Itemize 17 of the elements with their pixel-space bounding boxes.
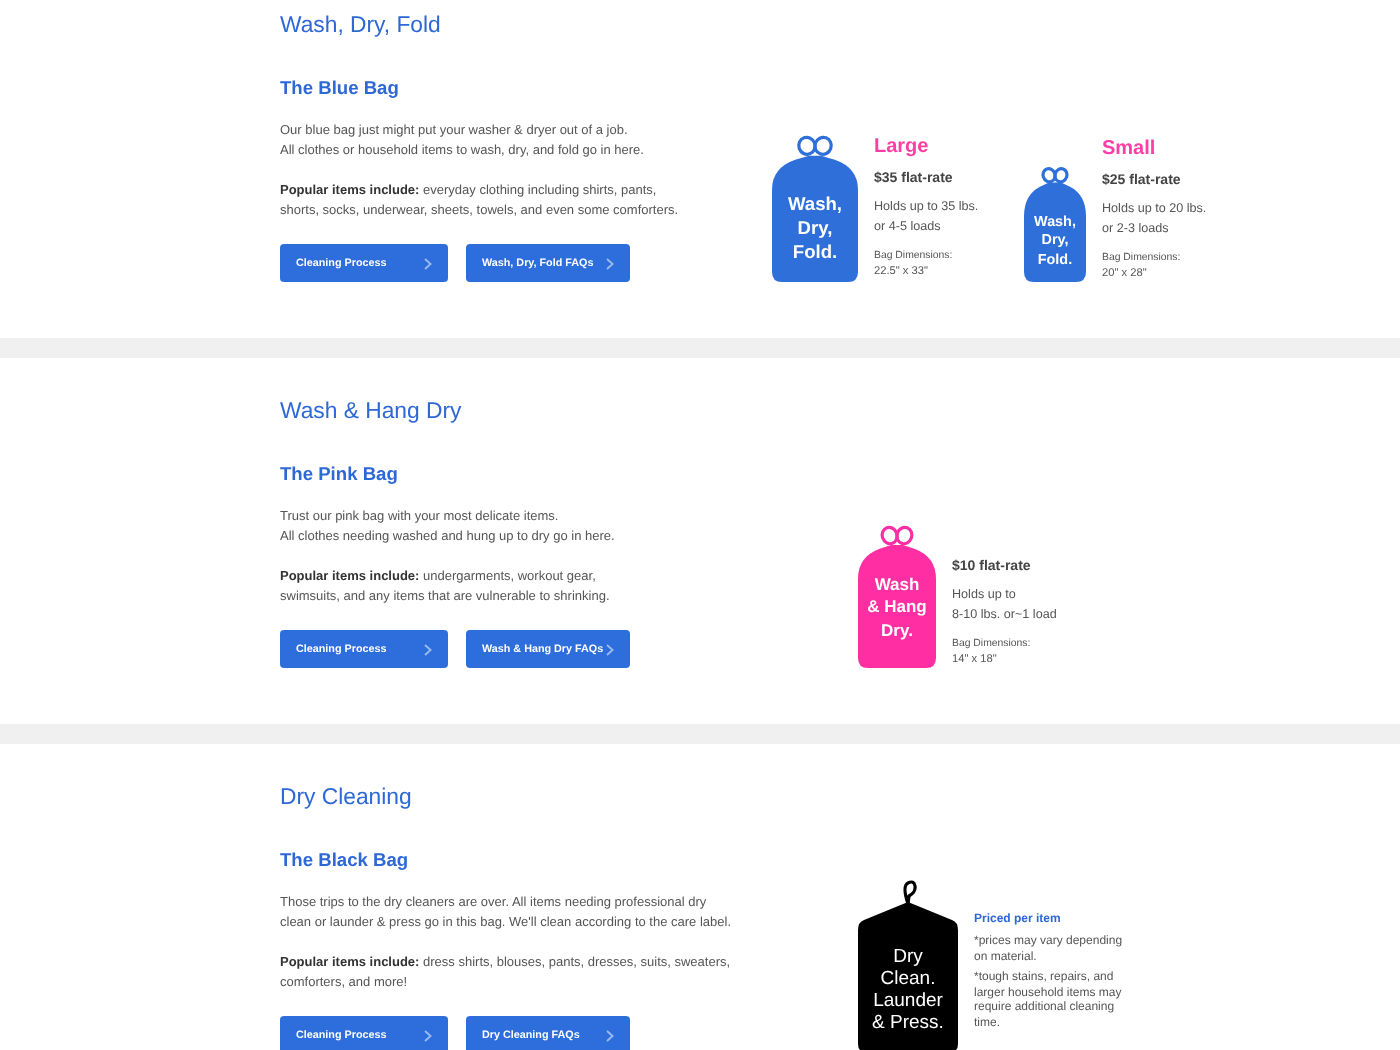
- bag-heading: The Blue Bag: [280, 76, 401, 100]
- chevron-right-icon: [424, 1029, 432, 1041]
- size-label: Small: [1102, 136, 1158, 162]
- chevron-right-icon: [606, 643, 614, 655]
- bag-heading: The Black Bag: [280, 848, 411, 872]
- section-title: Wash, Dry, Fold: [280, 12, 443, 42]
- bag-heading: The Pink Bag: [280, 462, 400, 486]
- chevron-right-icon: [424, 257, 432, 269]
- chevron-right-icon: [606, 1029, 614, 1041]
- section-title: Wash & Hang Dry: [280, 398, 464, 428]
- section-title: Dry Cleaning: [280, 784, 414, 814]
- bag-label-text: Wash & Hang Dry.: [865, 573, 929, 642]
- bag-label-text: Dry Clean. Launder & Press.: [870, 946, 946, 1034]
- chevron-right-icon: [424, 643, 432, 655]
- chevron-right-icon: [606, 257, 614, 269]
- size-label: Large: [874, 134, 931, 160]
- bag-label-text: Wash, Dry, Fold.: [785, 192, 845, 264]
